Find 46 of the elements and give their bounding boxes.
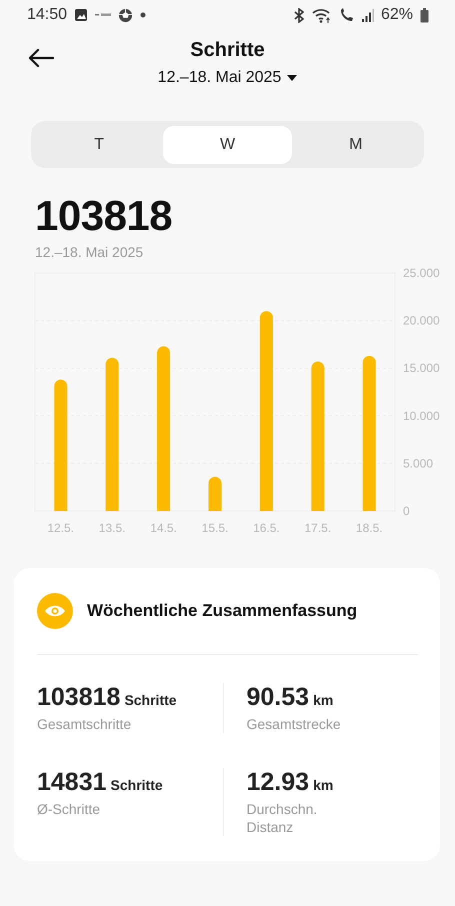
stat-value: 14831 <box>37 768 107 797</box>
period-tab[interactable]: T <box>35 126 164 164</box>
x-axis-label: 13.5. <box>98 521 126 535</box>
back-arrow-icon[interactable] <box>28 48 54 68</box>
stat-unit: Schritte <box>110 777 163 793</box>
eye-icon <box>37 593 73 629</box>
x-axis-label: 14.5. <box>150 521 177 535</box>
y-axis-label: 5.000 <box>403 456 434 470</box>
x-axis-label: 16.5. <box>253 521 280 535</box>
x-axis-label: 18.5. <box>356 521 383 535</box>
period-tab[interactable]: W <box>163 126 292 164</box>
y-axis-label: 0 <box>403 504 410 518</box>
battery-level: 62% <box>380 6 413 24</box>
dot-icon <box>140 12 146 18</box>
page-title: Schritte <box>190 39 265 62</box>
wifi-icon <box>312 8 332 22</box>
y-axis-label: 25.000 <box>403 266 440 280</box>
stat-label: Durchschn. Distanz <box>246 800 318 836</box>
y-axis-label: 10.000 <box>403 408 440 423</box>
x-axis-label: 15.5. <box>202 521 228 535</box>
call-icon <box>338 8 355 22</box>
stat-unit: Schritte <box>124 692 177 708</box>
signal-icon <box>362 8 374 22</box>
x-axis-label: 17.5. <box>304 521 332 535</box>
clock: 14:50 <box>27 6 68 24</box>
stat-unit: km <box>313 692 334 708</box>
y-axis-label: 15.000 <box>403 361 440 376</box>
notification-icon <box>95 12 112 18</box>
dropdown-caret-icon[interactable] <box>287 75 298 81</box>
stat-value: 103818 <box>37 683 120 712</box>
image-icon <box>74 8 88 22</box>
bluetooth-icon <box>292 8 305 22</box>
stat-unit: km <box>313 777 334 793</box>
stat-value: 12.93 <box>246 768 310 797</box>
period-tab[interactable]: M <box>292 126 420 164</box>
stat-label: Ø-Schritte <box>37 800 102 818</box>
total-steps: 103818 <box>35 192 455 240</box>
stat-label: Gesamtschritte <box>37 715 132 733</box>
summary-title: Wöchentliche Zusammenfassung <box>87 601 358 621</box>
stat-label: Gesamtstrecke <box>246 715 342 733</box>
stat-value: 90.53 <box>246 683 310 712</box>
y-axis-label: 20.000 <box>403 314 440 328</box>
battery-icon <box>420 8 429 22</box>
date-range-selector[interactable]: 12.–18. Mai 2025 <box>158 69 282 87</box>
total-date: 12.–18. Mai 2025 <box>35 244 144 260</box>
x-axis-label: 12.5. <box>47 521 74 535</box>
